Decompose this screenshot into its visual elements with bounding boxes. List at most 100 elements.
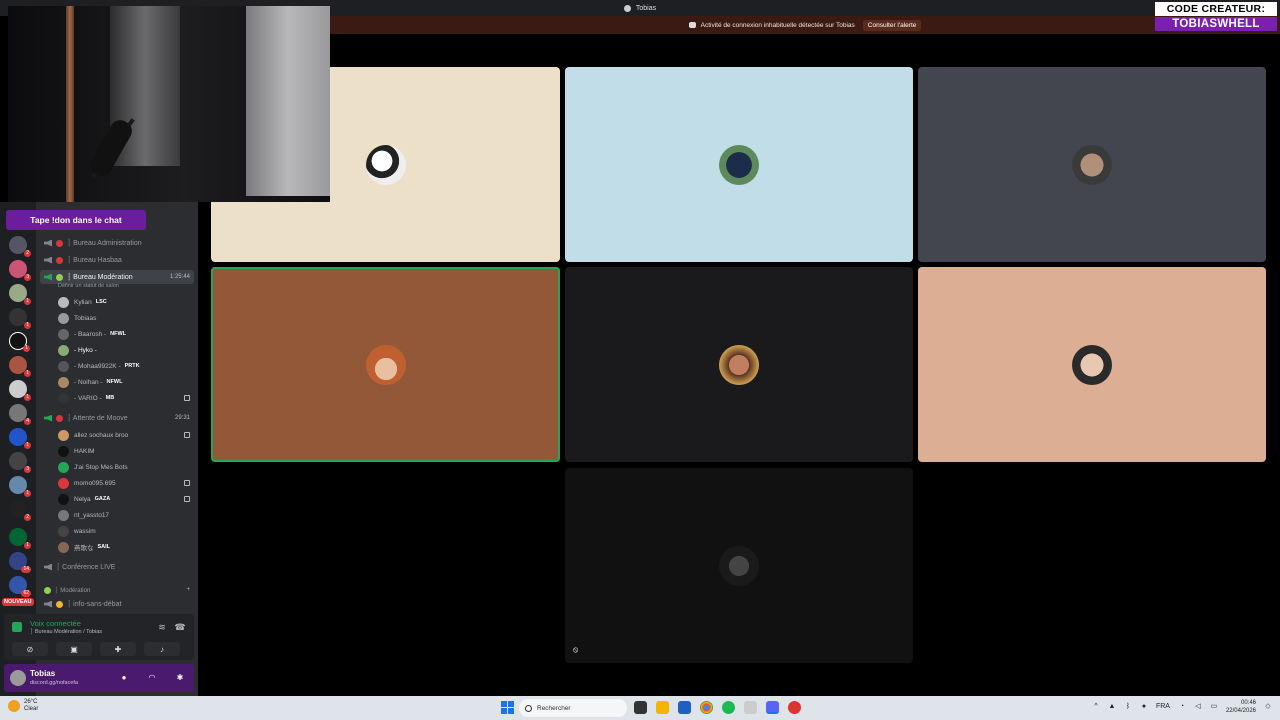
- voice-channel-bureau-moderation[interactable]: ┆ Bureau Modération 1:25:44: [40, 270, 194, 284]
- warning-icon: [56, 600, 63, 608]
- voice-user[interactable]: 燕歌な SAIL: [58, 540, 194, 554]
- task-view-icon[interactable]: [634, 701, 647, 714]
- avatar: [719, 144, 759, 185]
- voice-user[interactable]: Kylian LSC: [58, 295, 194, 309]
- app-icon[interactable]: [678, 701, 691, 714]
- avatar[interactable]: [10, 670, 26, 686]
- screen-share-button[interactable]: ▣: [56, 642, 92, 656]
- disconnect-icon[interactable]: ☎: [174, 621, 186, 633]
- avatar: [58, 312, 69, 324]
- file-explorer-icon[interactable]: [656, 701, 669, 714]
- avatar: [58, 461, 69, 473]
- wifi-icon[interactable]: ◔: [1178, 703, 1186, 711]
- server-icon[interactable]: 2: [9, 236, 31, 257]
- voice-user[interactable]: momo095.695: [58, 476, 194, 490]
- soundboard-button[interactable]: ♪: [144, 642, 180, 656]
- webcam-overlay: [8, 6, 330, 202]
- server-icon[interactable]: 3: [9, 452, 31, 473]
- voice-user[interactable]: allez sochaux broo: [58, 428, 194, 442]
- window-title: Tobias: [635, 4, 657, 12]
- voice-user[interactable]: - VARIO - MB: [58, 391, 194, 405]
- voice-user[interactable]: nt_yassto17: [58, 508, 194, 522]
- muted-icon: [184, 496, 190, 502]
- system-tray: ^ ▲ ᛒ ● FRA ◔ ◁ ▭ 00:46 22/04/2026 ◇: [1084, 699, 1272, 715]
- server-icon[interactable]: 4: [9, 404, 31, 425]
- voice-user[interactable]: - Hyko -: [58, 343, 194, 357]
- badge-icon: [56, 256, 63, 264]
- voice-user[interactable]: - Noihan - NFWL: [58, 375, 194, 389]
- warning-icon: [688, 22, 696, 28]
- microphone-icon[interactable]: ●: [118, 672, 130, 684]
- video-tile[interactable]: ⦸: [565, 468, 913, 663]
- activities-button[interactable]: ✚: [100, 642, 136, 656]
- speaker-icon: [44, 273, 52, 281]
- chevron-up-icon[interactable]: ^: [1092, 703, 1100, 711]
- add-channel-icon[interactable]: +: [186, 587, 190, 593]
- voice-user[interactable]: HAKIM: [58, 444, 194, 458]
- server-icon[interactable]: 1: [9, 380, 31, 401]
- voice-user[interactable]: wassim: [58, 524, 194, 538]
- app-icon[interactable]: [788, 701, 801, 714]
- volume-icon[interactable]: ◁: [1194, 703, 1202, 711]
- voice-channel-bureau-hasbaa[interactable]: ┆ Bureau Hasbaa: [44, 253, 194, 267]
- voice-channel-attente[interactable]: ┆ Attente de Moove 29:31: [44, 411, 194, 425]
- camera-off-button[interactable]: ⊘: [12, 642, 48, 656]
- server-icon[interactable]: 1: [9, 308, 31, 329]
- start-button[interactable]: [501, 701, 514, 714]
- server-icon[interactable]: 3: [9, 260, 31, 281]
- voice-user[interactable]: - Mohaa9922K - PRTK: [58, 359, 194, 373]
- muted-icon: ⦸: [573, 645, 579, 654]
- clock[interactable]: 00:46 22/04/2026: [1226, 699, 1256, 715]
- bluetooth-icon[interactable]: ᛒ: [1124, 703, 1132, 711]
- server-icon[interactable]: 14: [9, 552, 31, 573]
- voice-user[interactable]: Tobiaas: [58, 311, 194, 325]
- gear-icon[interactable]: ✱: [174, 672, 186, 684]
- search-icon: [525, 704, 532, 712]
- video-tile[interactable]: [918, 67, 1266, 262]
- text-channel-info-sans-debat[interactable]: ┆ info-sans-débat: [44, 597, 194, 611]
- server-icon[interactable]: 1: [9, 428, 31, 449]
- server-icon[interactable]: 1: [9, 528, 31, 549]
- app-icon[interactable]: [744, 701, 757, 714]
- voice-user[interactable]: J'ai Stop Mes Bots: [58, 460, 194, 474]
- avatar: [58, 344, 69, 356]
- clock-time: 00:46: [1240, 700, 1256, 706]
- server-icon[interactable]: 1: [9, 476, 31, 497]
- server-icon[interactable]: 1: [9, 332, 30, 352]
- notification-icon[interactable]: ◇: [1264, 703, 1272, 711]
- server-icon[interactable]: 1: [9, 284, 31, 305]
- voice-channel-bureau-admin[interactable]: ┆ Bureau Administration: [44, 236, 194, 250]
- spotify-icon[interactable]: [722, 701, 735, 714]
- language-indicator[interactable]: FRA: [1156, 703, 1170, 711]
- mic-icon[interactable]: ●: [1140, 703, 1148, 711]
- channel-status-hint[interactable]: Définir un statut de salon: [58, 283, 119, 289]
- chat-prompt-overlay: Tape !don dans le chat: [6, 210, 146, 230]
- video-tile[interactable]: [565, 267, 913, 462]
- server-icon[interactable]: 1: [9, 356, 31, 377]
- voice-location[interactable]: ┆ Bureau Modération / Tobias: [30, 629, 102, 635]
- server-icon[interactable]: 2: [9, 500, 31, 521]
- battery-icon[interactable]: ▭: [1210, 703, 1218, 711]
- voice-channel-conference[interactable]: ┆ Conférence LIVE: [44, 560, 194, 574]
- creator-code-overlay: CODE CREATEUR: TOBIASWHELL: [1155, 2, 1277, 31]
- category-moderation[interactable]: ┆ Modération +: [44, 583, 194, 597]
- discord-icon[interactable]: [766, 701, 779, 714]
- taskbar-search[interactable]: Rechercher: [519, 699, 627, 717]
- view-alert-button[interactable]: Consulter l'alerte: [862, 19, 922, 31]
- network-icon[interactable]: ▲: [1108, 703, 1116, 711]
- server-icon[interactable]: 62: [9, 576, 31, 597]
- chrome-icon[interactable]: [700, 701, 713, 714]
- video-tile[interactable]: [918, 267, 1266, 462]
- video-tile[interactable]: [565, 67, 913, 262]
- headphones-icon[interactable]: ◠: [146, 672, 158, 684]
- video-tile-speaking[interactable]: [211, 267, 560, 462]
- avatar: [58, 328, 69, 340]
- noise-suppression-icon[interactable]: ≋: [156, 621, 168, 633]
- voice-user[interactable]: - Baarosh - NFWL: [58, 327, 194, 341]
- weather-widget[interactable]: 26°C Clear: [8, 699, 38, 713]
- channel-timer: 29:31: [174, 415, 190, 421]
- voice-user[interactable]: Nelya GAZA: [58, 492, 194, 506]
- channel-timer: 1:25:44: [169, 274, 190, 280]
- avatar: [58, 541, 69, 553]
- avatar: [58, 509, 69, 521]
